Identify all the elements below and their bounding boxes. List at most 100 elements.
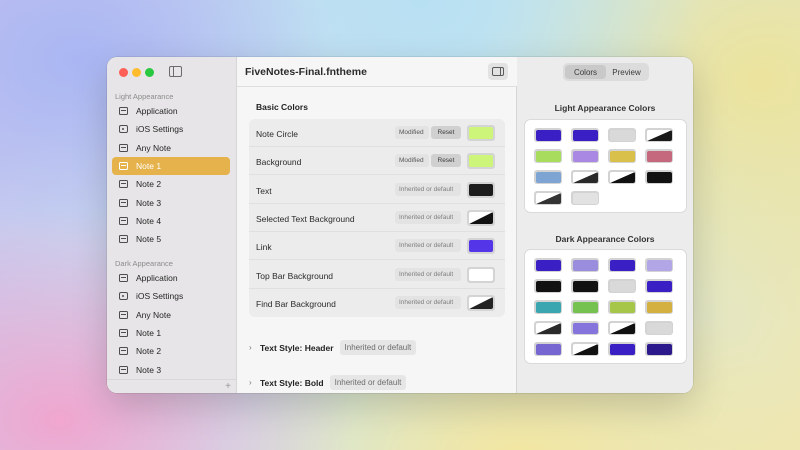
color-well[interactable] xyxy=(467,181,495,198)
color-well[interactable] xyxy=(467,238,495,255)
sidebar-item-light-any-note[interactable]: Any Note xyxy=(112,139,230,157)
reset-button[interactable]: Reset xyxy=(431,154,461,168)
sidebar-item-light-ios-settings[interactable]: iOS Settings xyxy=(112,120,230,138)
color-swatch[interactable] xyxy=(534,128,562,142)
note-icon xyxy=(119,328,128,337)
sidebar-item-label: Any Note xyxy=(136,309,171,320)
color-row-label: Note Circle xyxy=(256,129,299,139)
add-item-button[interactable]: + xyxy=(225,380,231,393)
dark-appearance-section-label: Dark Appearance xyxy=(115,259,173,268)
sidebar-item-light-application[interactable]: Application xyxy=(112,102,230,120)
tab-colors[interactable]: Colors xyxy=(565,65,606,79)
status-chip: Inherited or default xyxy=(395,267,461,281)
color-swatch[interactable] xyxy=(645,258,673,272)
color-swatch[interactable] xyxy=(534,258,562,272)
color-swatch[interactable] xyxy=(608,149,636,163)
app-window-icon xyxy=(119,274,128,282)
color-swatch[interactable] xyxy=(534,342,562,356)
color-row-label: Background xyxy=(256,157,302,168)
tab-preview[interactable]: Preview xyxy=(606,65,647,79)
light-appearance-section-label: Light Appearance xyxy=(115,92,174,101)
color-well[interactable] xyxy=(467,209,495,226)
note-icon xyxy=(119,310,128,319)
color-swatch[interactable] xyxy=(571,321,599,335)
color-swatch[interactable] xyxy=(571,258,599,272)
color-swatch[interactable] xyxy=(534,170,562,184)
chevron-right-icon[interactable]: › xyxy=(249,378,257,387)
color-swatch[interactable] xyxy=(571,191,599,205)
inspector-panel-icon xyxy=(492,67,504,76)
color-swatch[interactable] xyxy=(645,342,673,356)
close-window-button[interactable] xyxy=(119,68,128,77)
color-swatch[interactable] xyxy=(534,279,562,293)
color-swatch[interactable] xyxy=(608,128,636,142)
sidebar-item-light-note-2[interactable]: Note 2 xyxy=(112,175,230,193)
sidebar-item-dark-note-3[interactable]: Note 3 xyxy=(112,361,230,379)
note-icon xyxy=(119,347,128,356)
color-swatch[interactable] xyxy=(608,342,636,356)
chevron-right-icon[interactable]: › xyxy=(249,343,257,352)
color-swatch[interactable] xyxy=(608,300,636,314)
color-swatch[interactable] xyxy=(534,191,562,205)
color-row-label: Link xyxy=(256,242,272,253)
color-row-label: Text xyxy=(256,185,272,196)
status-chip: Modified xyxy=(395,126,429,139)
color-swatch[interactable] xyxy=(608,279,636,293)
sidebar-item-light-note-3[interactable]: Note 3 xyxy=(112,194,230,212)
color-well[interactable] xyxy=(467,294,495,311)
app-window: Light Appearance Application iOS Settings… xyxy=(107,57,693,393)
status-chip: Inherited or default xyxy=(329,375,407,390)
sidebar-item-label: Note 4 xyxy=(136,215,162,226)
text-style-bold-group[interactable]: › Text Style: Bold Inherited or default xyxy=(249,375,407,390)
color-well[interactable] xyxy=(467,153,495,170)
color-swatch[interactable] xyxy=(645,128,673,142)
color-swatch[interactable] xyxy=(645,170,673,184)
sidebar-item-dark-any-note[interactable]: Any Note xyxy=(112,306,230,324)
color-swatch[interactable] xyxy=(571,128,599,142)
color-well[interactable] xyxy=(467,125,495,141)
color-swatch[interactable] xyxy=(645,279,673,293)
group-title: Text Style: Header xyxy=(260,342,334,353)
color-swatch[interactable] xyxy=(571,342,599,356)
color-row-label: Top Bar Background xyxy=(256,270,334,281)
sidebar: Light Appearance Application iOS Settings… xyxy=(107,57,237,393)
status-chip: Inherited or default xyxy=(395,182,461,196)
sidebar-item-dark-note-2[interactable]: Note 2 xyxy=(112,342,230,360)
sidebar-item-dark-application[interactable]: Application xyxy=(112,269,230,287)
toggle-inspector-button[interactable] xyxy=(488,63,508,80)
color-swatch[interactable] xyxy=(608,258,636,272)
color-swatch[interactable] xyxy=(645,149,673,163)
zoom-window-button[interactable] xyxy=(145,68,154,77)
color-swatch[interactable] xyxy=(645,300,673,314)
sidebar-toggle-icon[interactable] xyxy=(169,66,182,77)
basic-colors-group: Note Circle Modified Reset Background Modifi… xyxy=(249,119,505,317)
theme-editor: FiveNotes-Final.fntheme Basic Colors Not… xyxy=(237,57,517,393)
color-swatch[interactable] xyxy=(571,279,599,293)
toolbar: FiveNotes-Final.fntheme xyxy=(237,57,517,87)
text-style-header-group[interactable]: › Text Style: Header Inherited or defaul… xyxy=(249,340,417,355)
minimize-window-button[interactable] xyxy=(132,68,141,77)
color-swatch[interactable] xyxy=(571,300,599,314)
sidebar-item-label: Note 5 xyxy=(136,234,162,245)
sidebar-item-light-note-1[interactable]: Note 1 xyxy=(112,156,230,175)
sidebar-item-label: Any Note xyxy=(136,142,171,153)
color-swatch[interactable] xyxy=(534,149,562,163)
color-swatch[interactable] xyxy=(534,321,562,335)
color-well[interactable] xyxy=(467,266,495,283)
color-swatch[interactable] xyxy=(571,170,599,184)
reset-button[interactable]: Reset xyxy=(431,126,461,139)
color-swatch[interactable] xyxy=(571,149,599,163)
sidebar-item-dark-note-1[interactable]: Note 1 xyxy=(112,324,230,342)
note-icon xyxy=(119,235,128,244)
color-swatch[interactable] xyxy=(645,321,673,335)
sidebar-item-light-note-4[interactable]: Note 4 xyxy=(112,212,230,230)
color-swatch[interactable] xyxy=(608,170,636,184)
sidebar-item-dark-ios-settings[interactable]: iOS Settings xyxy=(112,287,230,305)
color-row-link: Link Inherited or default xyxy=(249,232,505,261)
note-icon xyxy=(119,198,128,207)
app-window-icon xyxy=(119,107,128,115)
color-swatch[interactable] xyxy=(534,300,562,314)
dark-palette-grid xyxy=(534,258,673,356)
color-swatch[interactable] xyxy=(608,321,636,335)
sidebar-item-light-note-5[interactable]: Note 5 xyxy=(112,230,230,248)
